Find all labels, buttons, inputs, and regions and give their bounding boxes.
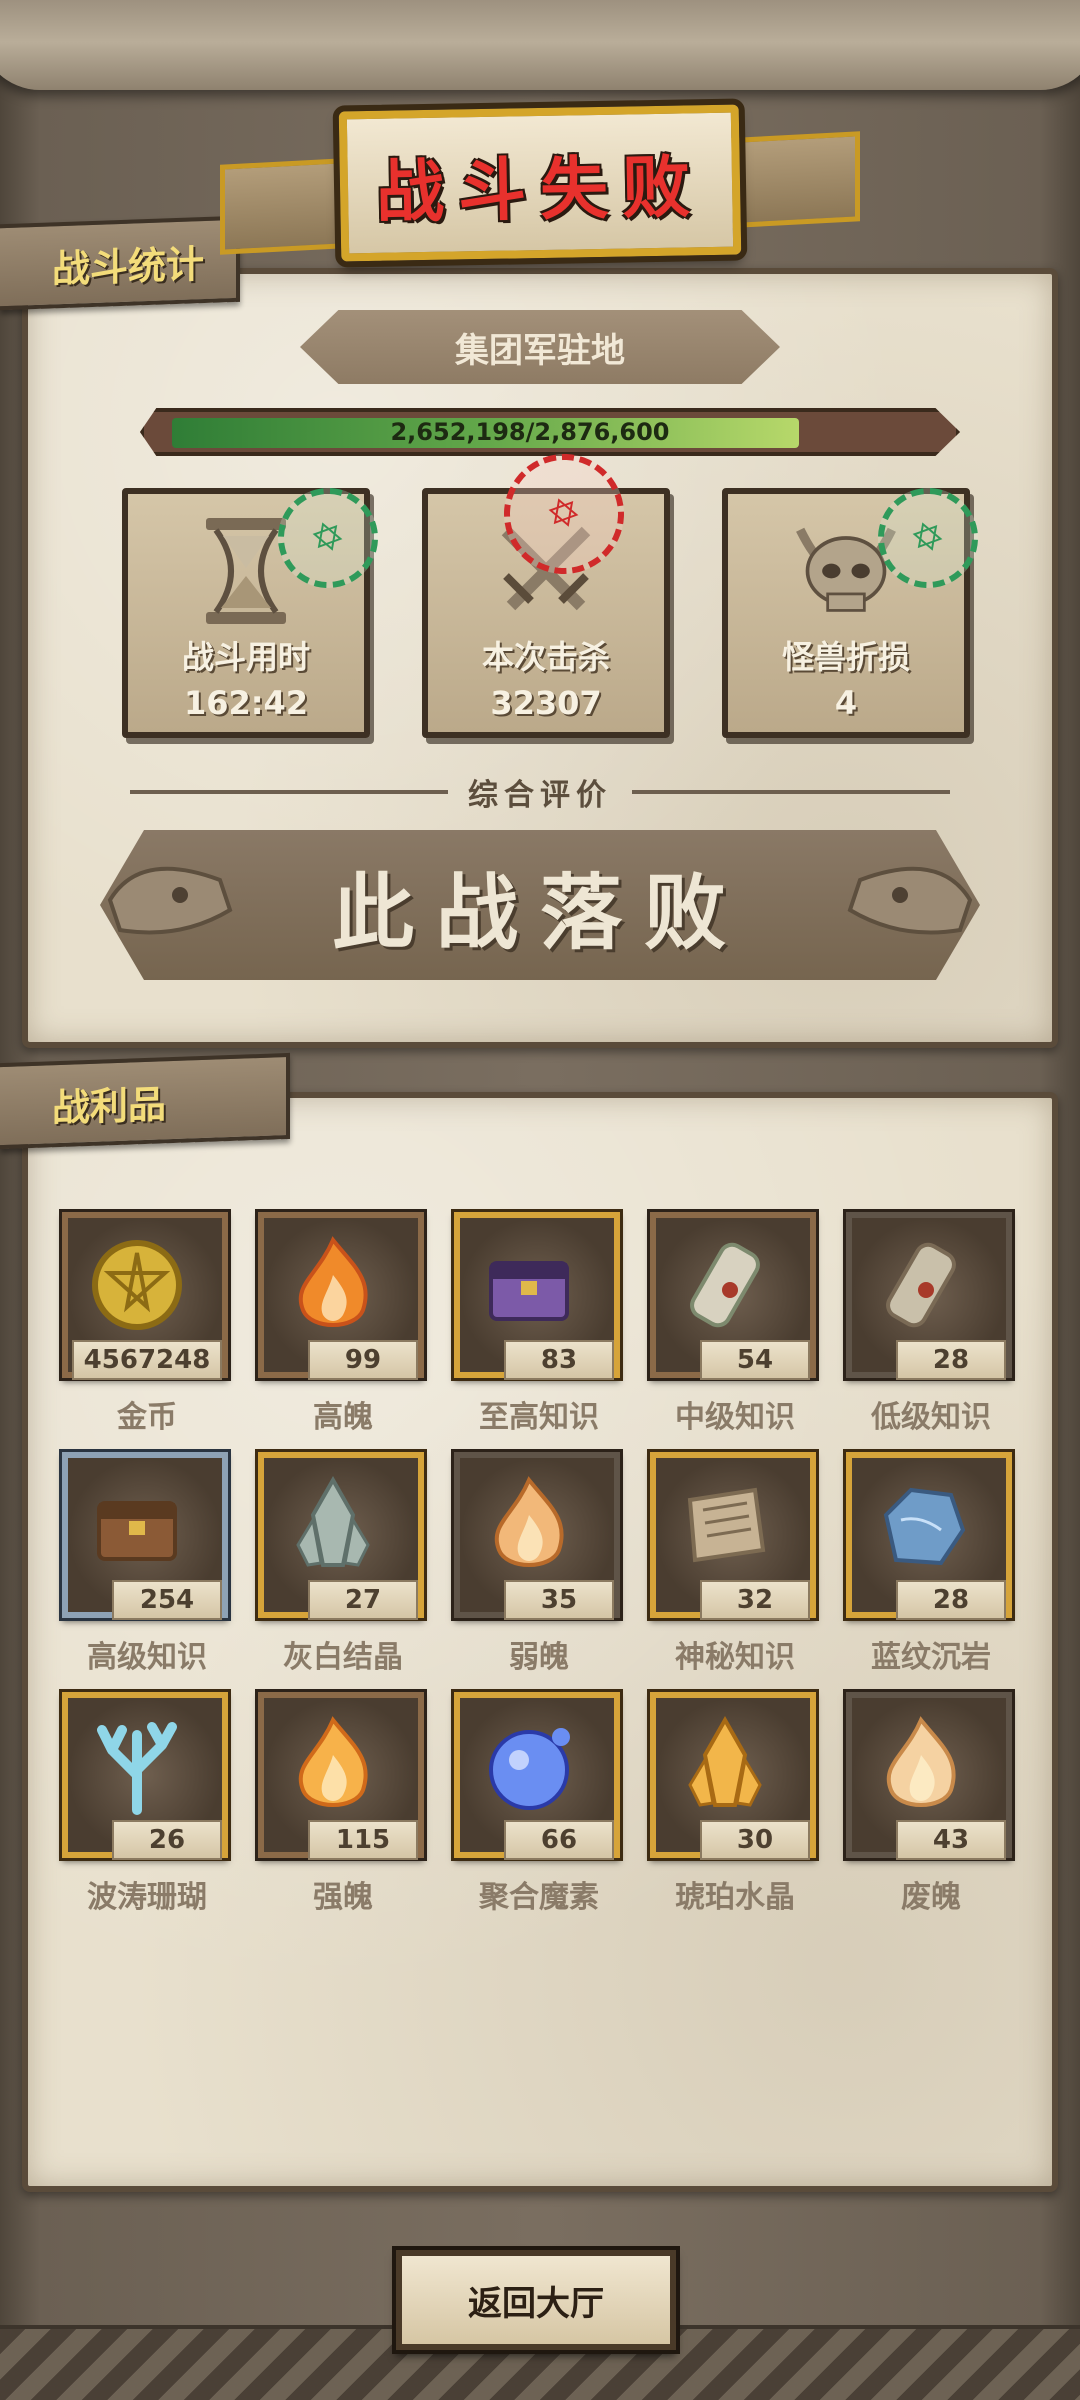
tome-icon: [82, 1470, 192, 1580]
gold-coin-icon: [82, 1230, 192, 1340]
return-to-lobby-button[interactable]: 返回大厅: [392, 2246, 680, 2354]
evaluation-label: 综合评价: [468, 778, 612, 813]
loot-item[interactable]: 115 强魄: [248, 1689, 428, 1917]
loot-name: 聚合魔素: [479, 1880, 599, 1915]
loot-item[interactable]: 4567248 金币: [52, 1209, 232, 1437]
loot-name: 弱魄: [509, 1640, 569, 1675]
loot-name: 灰白结晶: [283, 1640, 403, 1675]
location-label: 集团军驻地: [300, 310, 780, 384]
battle-stats-tab: 战斗统计: [0, 215, 240, 311]
stat-card-monster-loss: 怪兽折损 4 ✡: [722, 473, 993, 738]
rolled-scroll-icon: [866, 1230, 976, 1340]
loot-count: 43: [896, 1820, 1006, 1860]
loot-name: 中级知识: [675, 1400, 795, 1435]
loot-name: 神秘知识: [675, 1640, 795, 1675]
loot-tab: 战利品: [0, 1052, 290, 1150]
loot-count: 30: [700, 1820, 810, 1860]
loot-name: 波涛珊瑚: [87, 1880, 207, 1915]
loot-item[interactable]: 99 高魄: [248, 1209, 428, 1437]
loot-item[interactable]: 35 弱魄: [444, 1449, 624, 1677]
loot-item[interactable]: 28 蓝纹沉岩: [836, 1449, 1016, 1677]
loot-item[interactable]: 30 琥珀水晶: [640, 1689, 820, 1917]
pale-flame-icon: [866, 1710, 976, 1820]
stat-label: 战斗用时: [181, 638, 310, 676]
stat-label: 怪兽折损: [781, 638, 910, 676]
small-flame-icon: [474, 1470, 584, 1580]
stat-label: 本次击杀: [481, 638, 610, 676]
loot-name: 低级知识: [871, 1400, 991, 1435]
stat-value: 162:42: [183, 684, 309, 722]
loot-item[interactable]: 54 中级知识: [640, 1209, 820, 1437]
purple-chest-icon: [474, 1230, 584, 1340]
loot-item[interactable]: 66 聚合魔素: [444, 1689, 624, 1917]
loot-name: 高级知识: [87, 1640, 207, 1675]
loot-name: 至高知识: [479, 1400, 599, 1435]
loot-item[interactable]: 28 低级知识: [836, 1209, 1016, 1437]
loot-count: 32: [700, 1580, 810, 1620]
loot-item[interactable]: 43 废魄: [836, 1689, 1016, 1917]
loot-count: 254: [112, 1580, 222, 1620]
gray-crystal-icon: [278, 1470, 388, 1580]
title-banner: 战斗失败: [332, 98, 748, 268]
loot-count: 115: [308, 1820, 418, 1860]
loot-count: 4567248: [72, 1340, 222, 1380]
dragon-skull-left-icon: [107, 866, 233, 935]
evaluation-divider: 综合评价: [130, 772, 950, 813]
orange-flame-icon: [278, 1230, 388, 1340]
loot-item[interactable]: 32 神秘知识: [640, 1449, 820, 1677]
strong-flame-icon: [278, 1710, 388, 1820]
loot-item[interactable]: 26 波涛珊瑚: [52, 1689, 232, 1917]
stone-tablet-icon: [670, 1470, 780, 1580]
loot-count: 27: [308, 1580, 418, 1620]
divider-rule: [130, 790, 448, 794]
amber-crystal-icon: [670, 1710, 780, 1820]
loot-name: 强魄: [313, 1880, 373, 1915]
scroll-icon: [670, 1230, 780, 1340]
loot-name: 金币: [117, 1400, 177, 1435]
blue-rock-icon: [866, 1470, 976, 1580]
loot-count: 83: [504, 1340, 614, 1380]
loot-item[interactable]: 83 至高知识: [444, 1209, 624, 1437]
loot-count: 66: [504, 1820, 614, 1860]
loot-item[interactable]: 254 高级知识: [52, 1449, 232, 1677]
dragon-skull-right-icon: [847, 866, 973, 935]
boss-hp-text: 2,652,198/2,876,600: [390, 418, 670, 446]
battle-result-title: 战斗失败: [375, 147, 705, 233]
verdict-text: 此战落败: [331, 865, 748, 961]
loot-count: 28: [896, 1580, 1006, 1620]
coral-icon: [82, 1710, 192, 1820]
loot-name: 废魄: [901, 1880, 961, 1915]
loot-name: 高魄: [313, 1400, 373, 1435]
mana-orb-icon: [474, 1710, 584, 1820]
loot-name: 琥珀水晶: [675, 1880, 795, 1915]
stat-card-kills: 本次击杀 32307 ✡: [422, 437, 670, 738]
loot-count: 28: [896, 1340, 1006, 1380]
loot-item[interactable]: 27 灰白结晶: [248, 1449, 428, 1677]
loot-name: 蓝纹沉岩: [871, 1640, 991, 1675]
loot-count: 54: [700, 1340, 810, 1380]
loot-count: 99: [308, 1340, 418, 1380]
stat-value: 32307: [490, 684, 602, 722]
loot-count: 26: [112, 1820, 222, 1860]
divider-rule: [632, 790, 950, 794]
stat-card-battle-time: 战斗用时 162:42 ✡: [122, 473, 393, 738]
stat-value: 4: [834, 684, 858, 722]
scroll-top-roll: [0, 0, 1080, 90]
loot-count: 35: [504, 1580, 614, 1620]
